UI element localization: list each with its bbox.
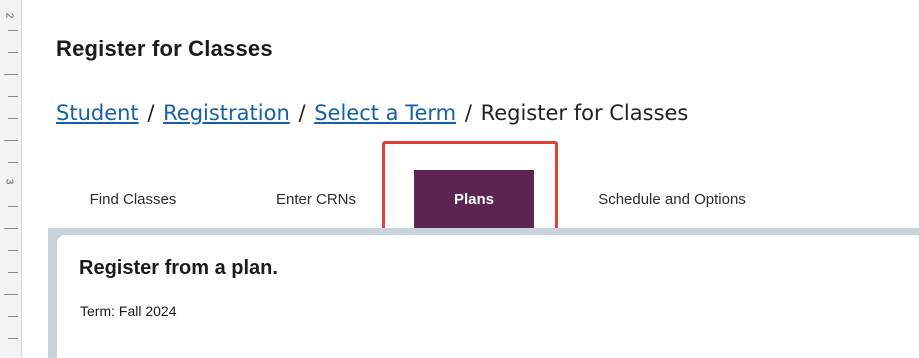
ruler-number: 3: [3, 178, 15, 185]
tab-find-classes[interactable]: Find Classes: [58, 170, 208, 228]
ruler-tick: [4, 140, 18, 141]
breadcrumb-separator: /: [298, 101, 306, 125]
ruler-tick: [8, 162, 18, 163]
term-label: Term:: [80, 303, 115, 319]
ruler-tick: [4, 74, 18, 75]
ruler-tick: [8, 30, 18, 31]
page-title: Register for Classes: [56, 36, 273, 61]
vertical-ruler: 2 3: [0, 0, 22, 358]
breadcrumb-separator: /: [147, 101, 155, 125]
ruler-number: 2: [3, 12, 15, 19]
panel-heading: Register from a plan.: [79, 257, 278, 279]
tab-schedule-and-options[interactable]: Schedule and Options: [552, 170, 792, 228]
ruler-tick: [8, 316, 18, 317]
breadcrumb-link-select-term[interactable]: Select a Term: [314, 101, 456, 125]
breadcrumb-current: Register for Classes: [480, 101, 689, 125]
breadcrumb: Student / Registration / Select a Term /…: [56, 101, 688, 125]
ruler-tick: [8, 272, 18, 273]
breadcrumb-link-registration[interactable]: Registration: [163, 101, 290, 125]
term-line: Term: Fall 2024: [80, 303, 176, 319]
ruler-tick: [8, 206, 18, 207]
tab-enter-crns[interactable]: Enter CRNs: [256, 170, 376, 228]
ruler-tick: [4, 294, 18, 295]
ruler-tick: [8, 52, 18, 53]
highlight-annotation-box: [382, 141, 558, 239]
plans-panel: [57, 235, 919, 358]
ruler-tick: [4, 228, 18, 229]
ruler-tick: [8, 96, 18, 97]
ruler-tick: [8, 250, 18, 251]
ruler-tick: [8, 338, 18, 339]
breadcrumb-link-student[interactable]: Student: [56, 101, 139, 125]
ruler-tick: [8, 118, 18, 119]
breadcrumb-separator: /: [464, 101, 472, 125]
term-value: Fall 2024: [118, 303, 177, 319]
